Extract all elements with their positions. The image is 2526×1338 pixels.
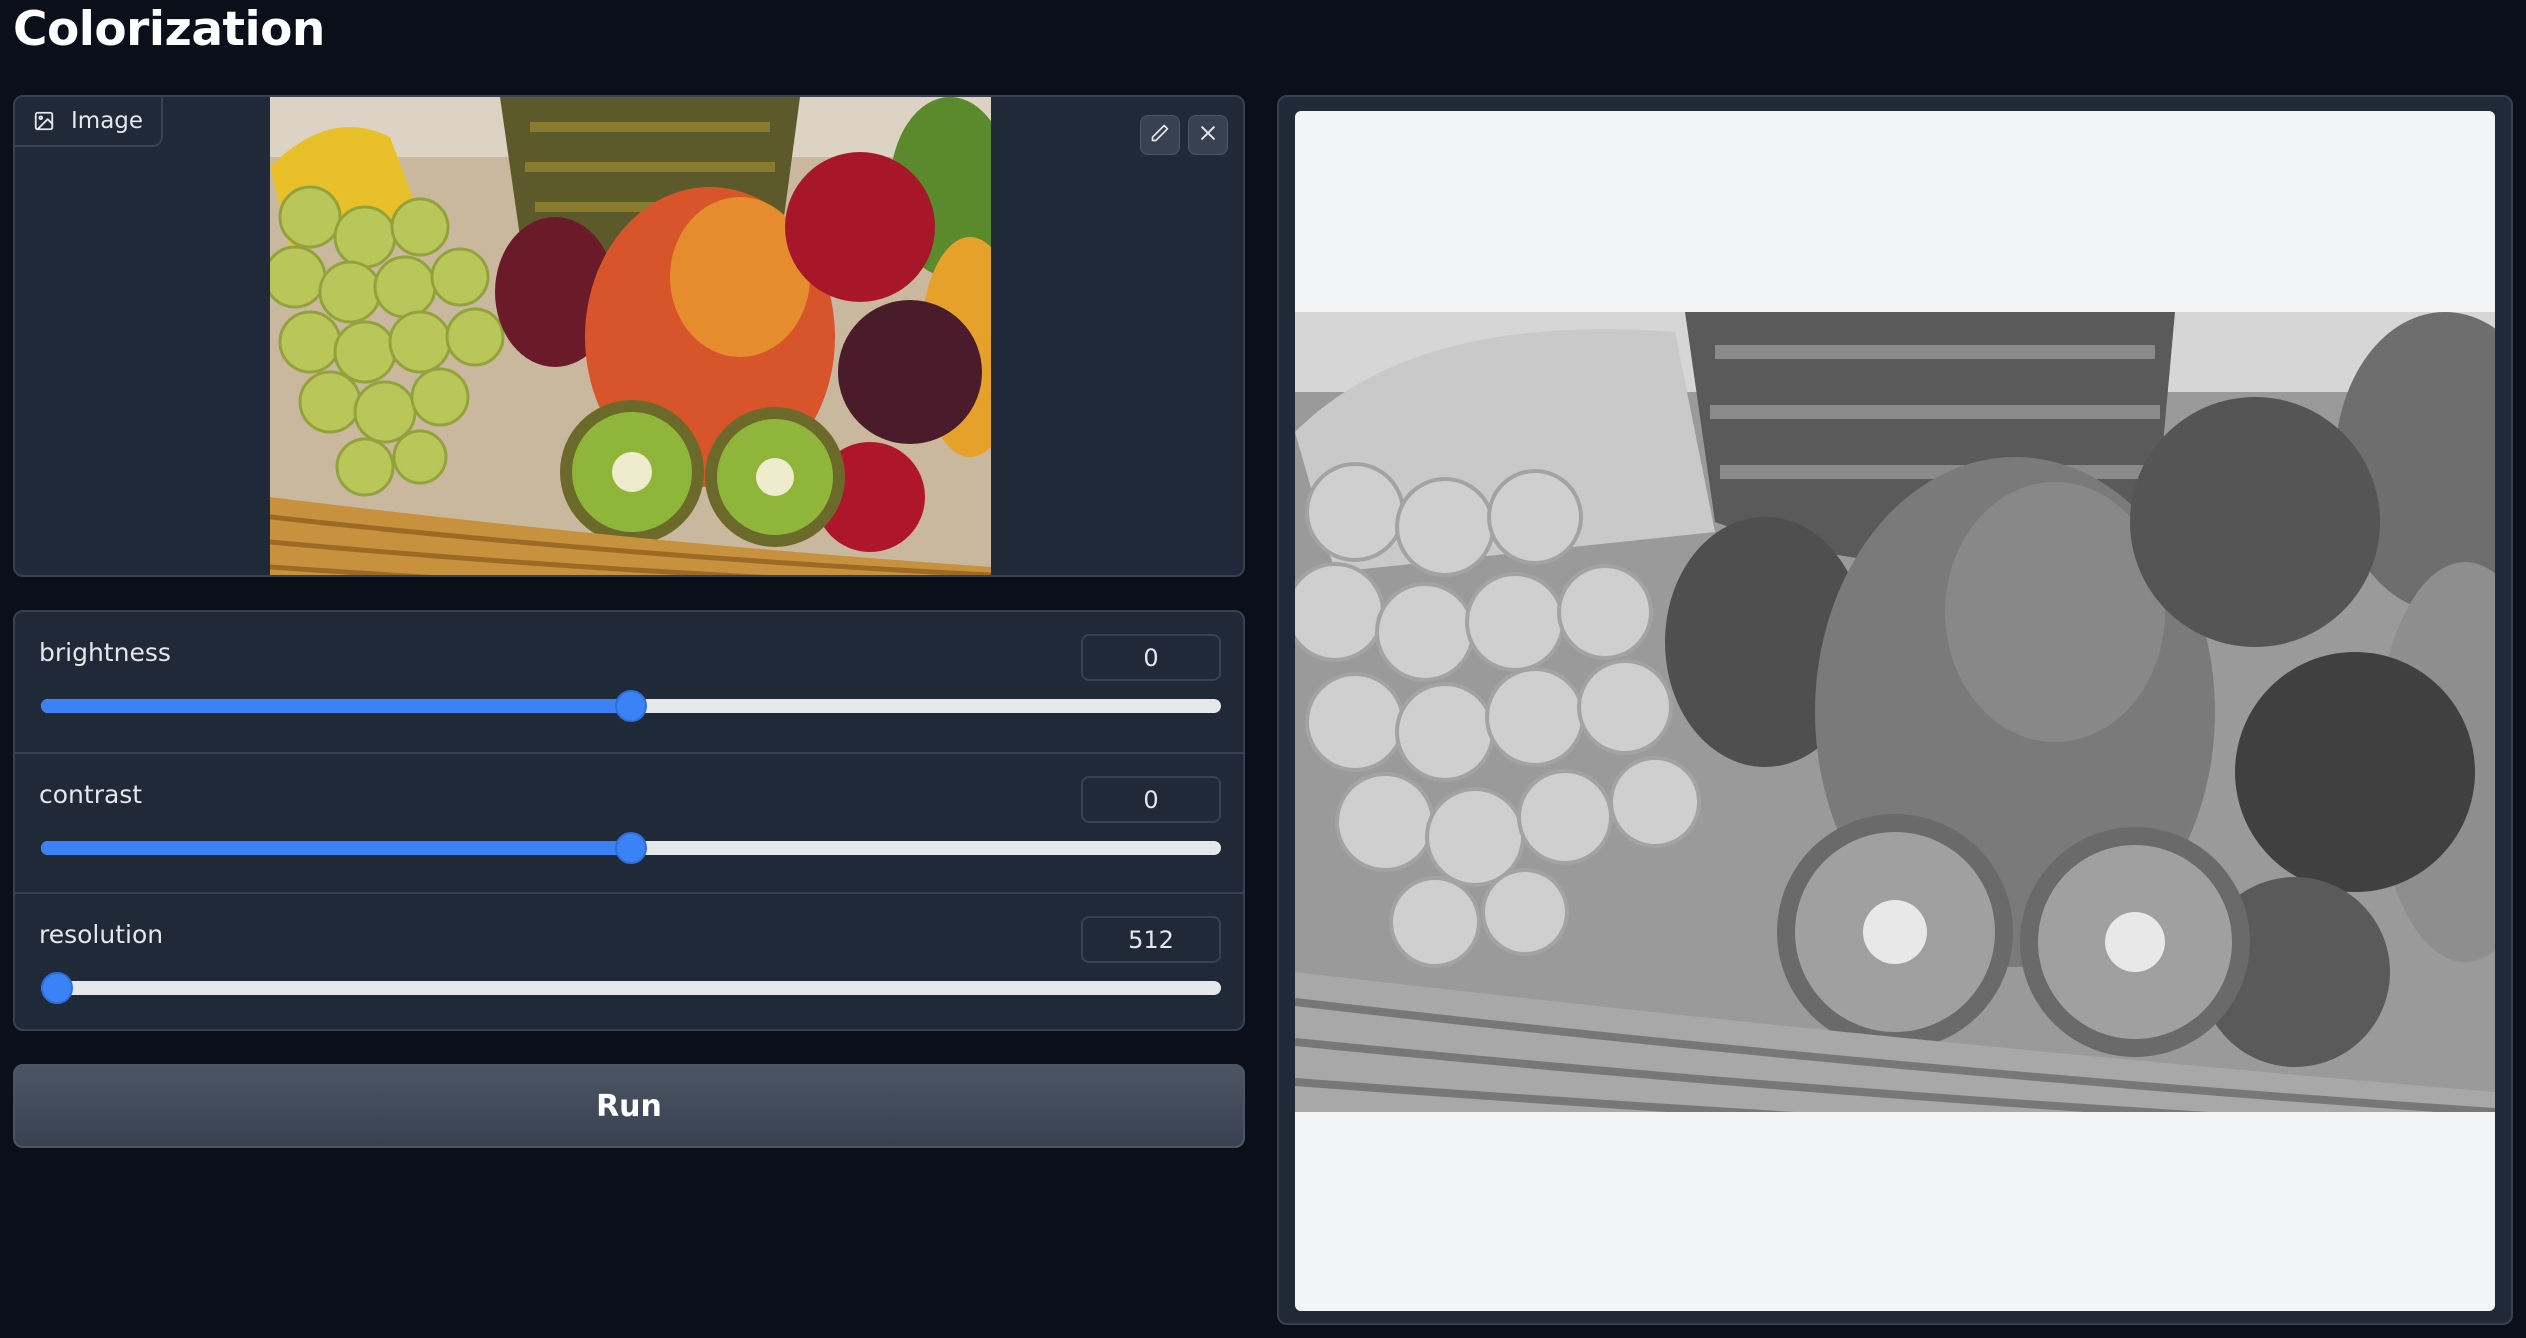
- contrast-slider[interactable]: [41, 832, 1221, 864]
- brightness-slider-fill: [41, 699, 631, 713]
- brightness-control: brightness 0: [15, 612, 1243, 752]
- image-icon: [33, 110, 55, 132]
- resolution-label: resolution: [39, 920, 164, 949]
- brightness-number-input[interactable]: 0: [1081, 634, 1221, 681]
- output-grayscale-image: [1295, 312, 2495, 1112]
- resolution-number-input[interactable]: 512: [1081, 916, 1221, 963]
- contrast-number-input[interactable]: 0: [1081, 776, 1221, 823]
- run-button[interactable]: Run: [13, 1064, 1245, 1148]
- brightness-slider-thumb[interactable]: [615, 690, 647, 722]
- output-panel: [1277, 95, 2513, 1325]
- edit-button[interactable]: [1140, 115, 1180, 155]
- image-label-text: Image: [71, 108, 144, 134]
- contrast-slider-fill: [41, 841, 631, 855]
- pencil-icon: [1150, 123, 1170, 147]
- input-fruit-image: [270, 97, 991, 575]
- brightness-slider[interactable]: [41, 690, 1221, 722]
- resolution-slider-thumb[interactable]: [41, 972, 73, 1004]
- image-input-label: Image: [15, 97, 164, 147]
- resolution-control: resolution 512: [15, 892, 1243, 1029]
- contrast-slider-thumb[interactable]: [615, 832, 647, 864]
- output-image-area: [1295, 111, 2495, 1311]
- contrast-label: contrast: [39, 780, 143, 809]
- page-title: Colorization: [13, 2, 325, 57]
- image-input-panel[interactable]: Image: [13, 95, 1245, 577]
- resolution-slider[interactable]: [41, 972, 1221, 1004]
- brightness-label: brightness: [39, 638, 171, 667]
- close-icon: [1198, 123, 1218, 147]
- clear-image-button[interactable]: [1188, 115, 1228, 155]
- slider-controls: brightness 0 contrast 0 resolution 512: [13, 610, 1245, 1031]
- contrast-control: contrast 0: [15, 752, 1243, 892]
